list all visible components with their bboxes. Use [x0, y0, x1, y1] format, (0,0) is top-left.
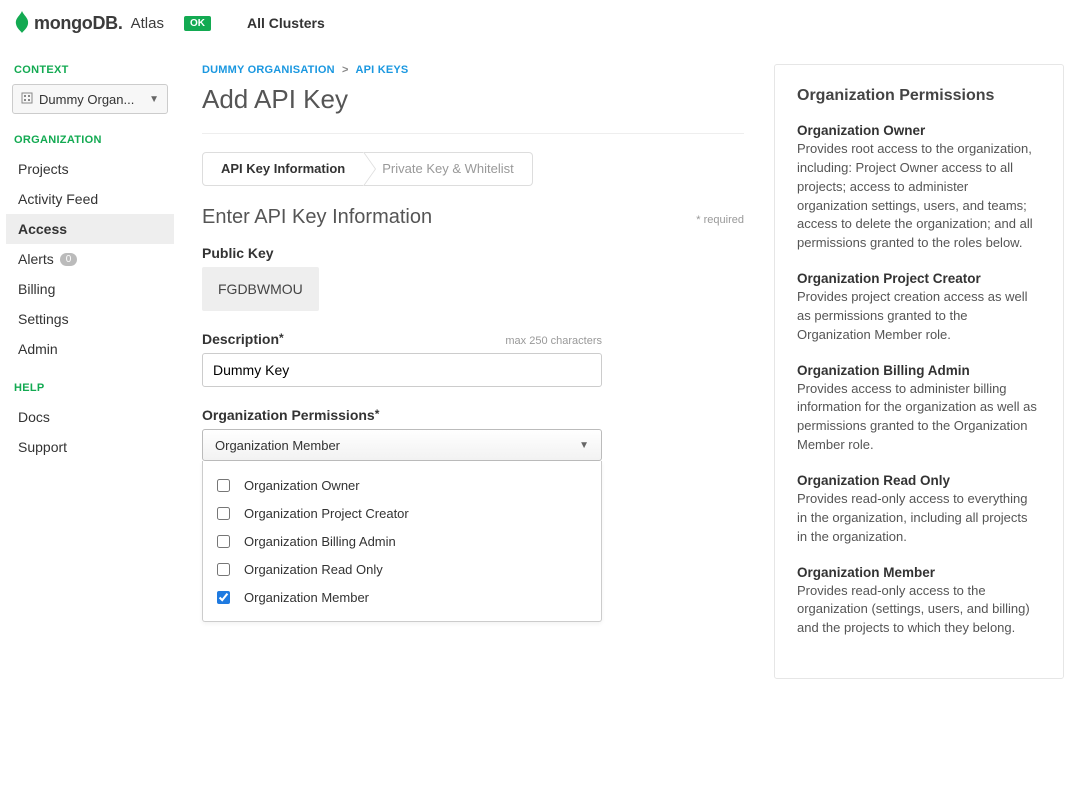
- context-label: CONTEXT: [6, 64, 174, 84]
- permissions-help-title: Organization Permissions: [797, 87, 1041, 105]
- perm-option-label: Organization Member: [244, 590, 369, 605]
- public-key-label: Public Key: [202, 245, 274, 261]
- perm-checkbox[interactable]: [217, 507, 230, 520]
- perm-help-desc: Provides project creation access as well…: [797, 288, 1041, 345]
- section-title: Enter API Key Information: [202, 206, 432, 229]
- sidebar-item-access[interactable]: Access: [6, 214, 174, 244]
- sidebar-item-label: Access: [18, 221, 67, 237]
- sidebar-item-projects[interactable]: Projects: [6, 154, 174, 184]
- sidebar-item-docs[interactable]: Docs: [6, 402, 174, 432]
- help-section-label: HELP: [6, 382, 174, 402]
- sidebar-item-label: Admin: [18, 341, 58, 357]
- description-hint: max 250 characters: [505, 335, 602, 347]
- perm-help-block: Organization Read Only Provides read-only…: [797, 473, 1041, 547]
- sidebar-item-settings[interactable]: Settings: [6, 304, 174, 334]
- breadcrumb-org[interactable]: DUMMY ORGANISATION: [202, 64, 335, 76]
- sidebar-item-label: Projects: [18, 161, 69, 177]
- page-title: Add API Key: [202, 84, 744, 115]
- perm-option-label: Organization Billing Admin: [244, 534, 396, 549]
- description-label: Description: [202, 331, 279, 347]
- perm-option-label: Organization Project Creator: [244, 506, 409, 521]
- org-perms-dropdown: Organization Owner Organization Project C…: [202, 461, 602, 622]
- context-selected: Dummy Organ...: [39, 92, 143, 107]
- perm-help-desc: Provides read-only access to the organiz…: [797, 582, 1041, 639]
- perm-help-block: Organization Billing Admin Provides acces…: [797, 363, 1041, 455]
- perm-checkbox[interactable]: [217, 479, 230, 492]
- sidebar-item-label: Billing: [18, 281, 55, 297]
- public-key-value: FGDBWMOU: [202, 267, 319, 311]
- sidebar-item-label: Alerts: [18, 251, 54, 267]
- perm-checkbox[interactable]: [217, 563, 230, 576]
- perm-option-organization-billing-admin[interactable]: Organization Billing Admin: [217, 527, 587, 555]
- required-hint: * required: [696, 214, 744, 226]
- perm-help-desc: Provides access to administer billing in…: [797, 380, 1041, 455]
- perm-help-block: Organization Member Provides read-only ac…: [797, 565, 1041, 639]
- brand-product: Atlas: [131, 15, 164, 32]
- brand-logo[interactable]: mongoDB. Atlas: [14, 10, 164, 37]
- perm-help-title: Organization Owner: [797, 123, 1041, 138]
- description-input[interactable]: [202, 353, 602, 387]
- sidebar: CONTEXT Dummy Organ... ▼ ORGANIZATION Pr…: [0, 46, 180, 697]
- perm-help-title: Organization Read Only: [797, 473, 1041, 488]
- top-bar: mongoDB. Atlas OK All Clusters: [0, 0, 1086, 46]
- perm-help-desc: Provides read-only access to everything …: [797, 490, 1041, 547]
- org-perms-selected: Organization Member: [215, 438, 579, 453]
- perm-help-block: Organization Owner Provides root access t…: [797, 123, 1041, 253]
- breadcrumb: DUMMY ORGANISATION > API KEYS: [202, 64, 744, 76]
- status-badge: OK: [184, 16, 211, 31]
- org-section-label: ORGANIZATION: [6, 134, 174, 154]
- chevron-down-icon: ▼: [579, 440, 589, 451]
- perm-checkbox[interactable]: [217, 535, 230, 548]
- main-content: DUMMY ORGANISATION > API KEYS Add API Ke…: [180, 46, 1086, 697]
- all-clusters-link[interactable]: All Clusters: [247, 15, 325, 31]
- count-badge: 0: [60, 253, 78, 266]
- sidebar-item-admin[interactable]: Admin: [6, 334, 174, 364]
- perm-help-title: Organization Billing Admin: [797, 363, 1041, 378]
- perm-option-organization-owner[interactable]: Organization Owner: [217, 471, 587, 499]
- perm-option-label: Organization Read Only: [244, 562, 383, 577]
- perm-help-block: Organization Project Creator Provides pro…: [797, 271, 1041, 345]
- breadcrumb-sep: >: [342, 64, 349, 76]
- permissions-help-panel: Organization Permissions Organization Ow…: [774, 64, 1064, 679]
- wizard-steps: API Key Information Private Key & Whitel…: [202, 152, 744, 186]
- perm-help-title: Organization Member: [797, 565, 1041, 580]
- context-selector[interactable]: Dummy Organ... ▼: [12, 84, 168, 114]
- sidebar-item-label: Activity Feed: [18, 191, 98, 207]
- sidebar-item-alerts[interactable]: Alerts 0: [6, 244, 174, 274]
- step-api-key-info[interactable]: API Key Information: [202, 152, 364, 186]
- org-icon: [21, 91, 33, 107]
- breadcrumb-page[interactable]: API KEYS: [356, 64, 409, 76]
- perm-help-desc: Provides root access to the organization…: [797, 140, 1041, 253]
- leaf-icon: [14, 10, 30, 37]
- sidebar-item-activity-feed[interactable]: Activity Feed: [6, 184, 174, 214]
- step-private-key-whitelist[interactable]: Private Key & Whitelist: [364, 152, 533, 186]
- perm-help-title: Organization Project Creator: [797, 271, 1041, 286]
- org-perms-select[interactable]: Organization Member ▼: [202, 429, 602, 461]
- perm-option-label: Organization Owner: [244, 478, 360, 493]
- perm-option-organization-read-only[interactable]: Organization Read Only: [217, 555, 587, 583]
- chevron-down-icon: ▼: [149, 94, 159, 105]
- perm-option-organization-project-creator[interactable]: Organization Project Creator: [217, 499, 587, 527]
- perm-option-organization-member[interactable]: Organization Member: [217, 583, 587, 611]
- sidebar-item-label: Settings: [18, 311, 69, 327]
- brand-name: mongoDB.: [34, 13, 123, 34]
- sidebar-item-billing[interactable]: Billing: [6, 274, 174, 304]
- sidebar-item-support[interactable]: Support: [6, 432, 174, 462]
- org-perms-label: Organization Permissions: [202, 407, 375, 423]
- perm-checkbox[interactable]: [217, 591, 230, 604]
